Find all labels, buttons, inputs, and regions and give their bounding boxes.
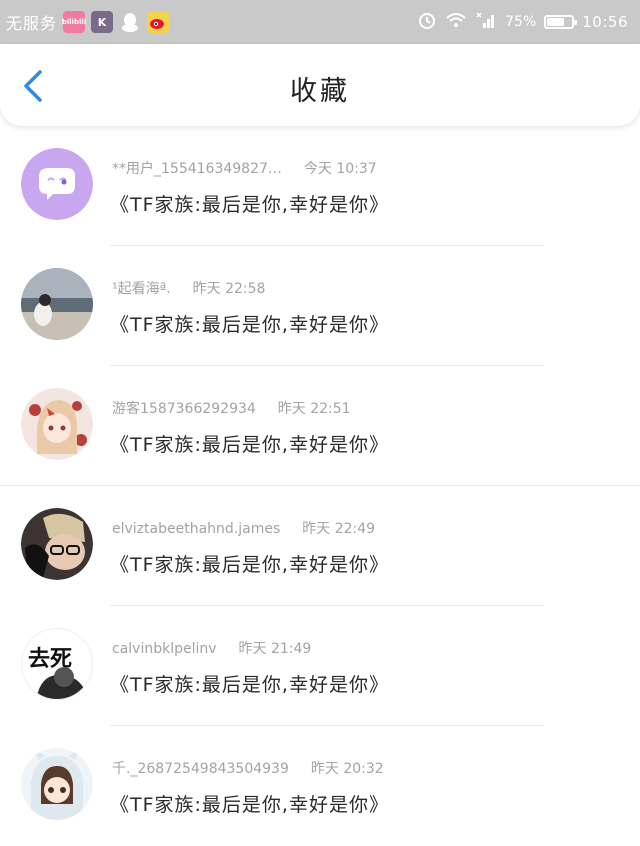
timestamp: 昨天 22:49 — [302, 521, 376, 537]
username: **用户_155416349827… — [112, 161, 282, 177]
weibo-icon — [147, 11, 170, 33]
avatar-text: 去死 — [28, 647, 73, 672]
status-bar: 无服务 bilibili K 75% 10:56 — [0, 0, 640, 44]
item-title: 《TF家族:最后是你,幸好是你》 — [110, 314, 389, 336]
timestamp: 昨天 21:49 — [238, 641, 312, 657]
battery-icon — [544, 15, 578, 29]
item-meta: elviztabeethahnd.james 昨天 22:49 — [112, 518, 375, 538]
battery-percent: 75% — [505, 14, 537, 30]
avatar — [21, 148, 93, 220]
status-bar-right: 75% 10:56 — [417, 0, 628, 44]
list-item[interactable]: **用户_155416349827… 今天 10:37 《TF家族:最后是你,幸好… — [0, 126, 640, 246]
item-meta: calvinbklpelinv 昨天 21:49 — [112, 638, 311, 658]
list-item[interactable]: elviztabeethahnd.james 昨天 22:49 《TF家族:最后是… — [0, 486, 640, 606]
list-item[interactable]: ¹起看海ª. 昨天 22:58 《TF家族:最后是你,幸好是你》 — [0, 246, 640, 366]
list-item[interactable]: 游客1587366292934 昨天 22:51 《TF家族:最后是你,幸好是你》 — [0, 366, 640, 486]
username: 游客1587366292934 — [112, 401, 256, 417]
alarm-icon — [417, 10, 437, 34]
username: ¹起看海ª. — [112, 281, 171, 297]
list-item[interactable]: 千._2687254984350493​9 昨天 20:32 《TF家族:最后是你… — [0, 726, 640, 846]
wifi-icon — [445, 11, 467, 33]
timestamp: 今天 10:37 — [303, 161, 377, 177]
username: elviztabeethahnd.james — [112, 521, 281, 537]
avatar — [21, 388, 93, 460]
item-title: 《TF家族:最后是你,幸好是你》 — [110, 194, 389, 216]
item-title: 《TF家族:最后是你,幸好是你》 — [110, 434, 389, 456]
avatar — [21, 508, 93, 580]
username: 千._2687254984350493​9 — [112, 761, 289, 777]
timestamp: 昨天 20:32 — [310, 761, 384, 777]
avatar — [21, 268, 93, 340]
list-item[interactable]: 去死 calvinbklpelinv 昨天 21:49 《TF家族:最后是你,幸好… — [0, 606, 640, 726]
item-meta: 千._2687254984350493​9 昨天 20:32 — [112, 758, 384, 778]
timestamp: 昨天 22:58 — [192, 281, 266, 297]
page-title: 收藏 — [290, 76, 350, 107]
timestamp: 昨天 22:51 — [277, 401, 351, 417]
k-app-icon: K — [91, 11, 114, 33]
item-title: 《TF家族:最后是你,幸好是你》 — [110, 794, 389, 816]
clock: 10:56 — [582, 13, 628, 31]
battery-level — [547, 18, 565, 26]
favorites-list: **用户_155416349827… 今天 10:37 《TF家族:最后是你,幸好… — [0, 126, 640, 846]
avatar — [21, 748, 93, 820]
item-meta: **用户_155416349827… 今天 10:37 — [112, 158, 377, 178]
avatar: 去死 — [21, 628, 93, 700]
bilibili-icon: bilibili — [62, 11, 86, 33]
signal-icon — [475, 11, 497, 33]
qq-icon — [119, 11, 141, 33]
status-bar-left: 无服务 bilibili K — [6, 0, 170, 44]
item-title: 《TF家族:最后是你,幸好是你》 — [110, 554, 389, 576]
username: calvinbklpelinv — [112, 641, 217, 657]
item-meta: 游客1587366292934 昨天 22:51 — [112, 398, 351, 418]
header: 收藏 — [0, 44, 640, 126]
item-meta: ¹起看海ª. 昨天 22:58 — [112, 278, 265, 298]
carrier-label: 无服务 — [6, 14, 58, 33]
item-title: 《TF家族:最后是你,幸好是你》 — [110, 674, 389, 696]
